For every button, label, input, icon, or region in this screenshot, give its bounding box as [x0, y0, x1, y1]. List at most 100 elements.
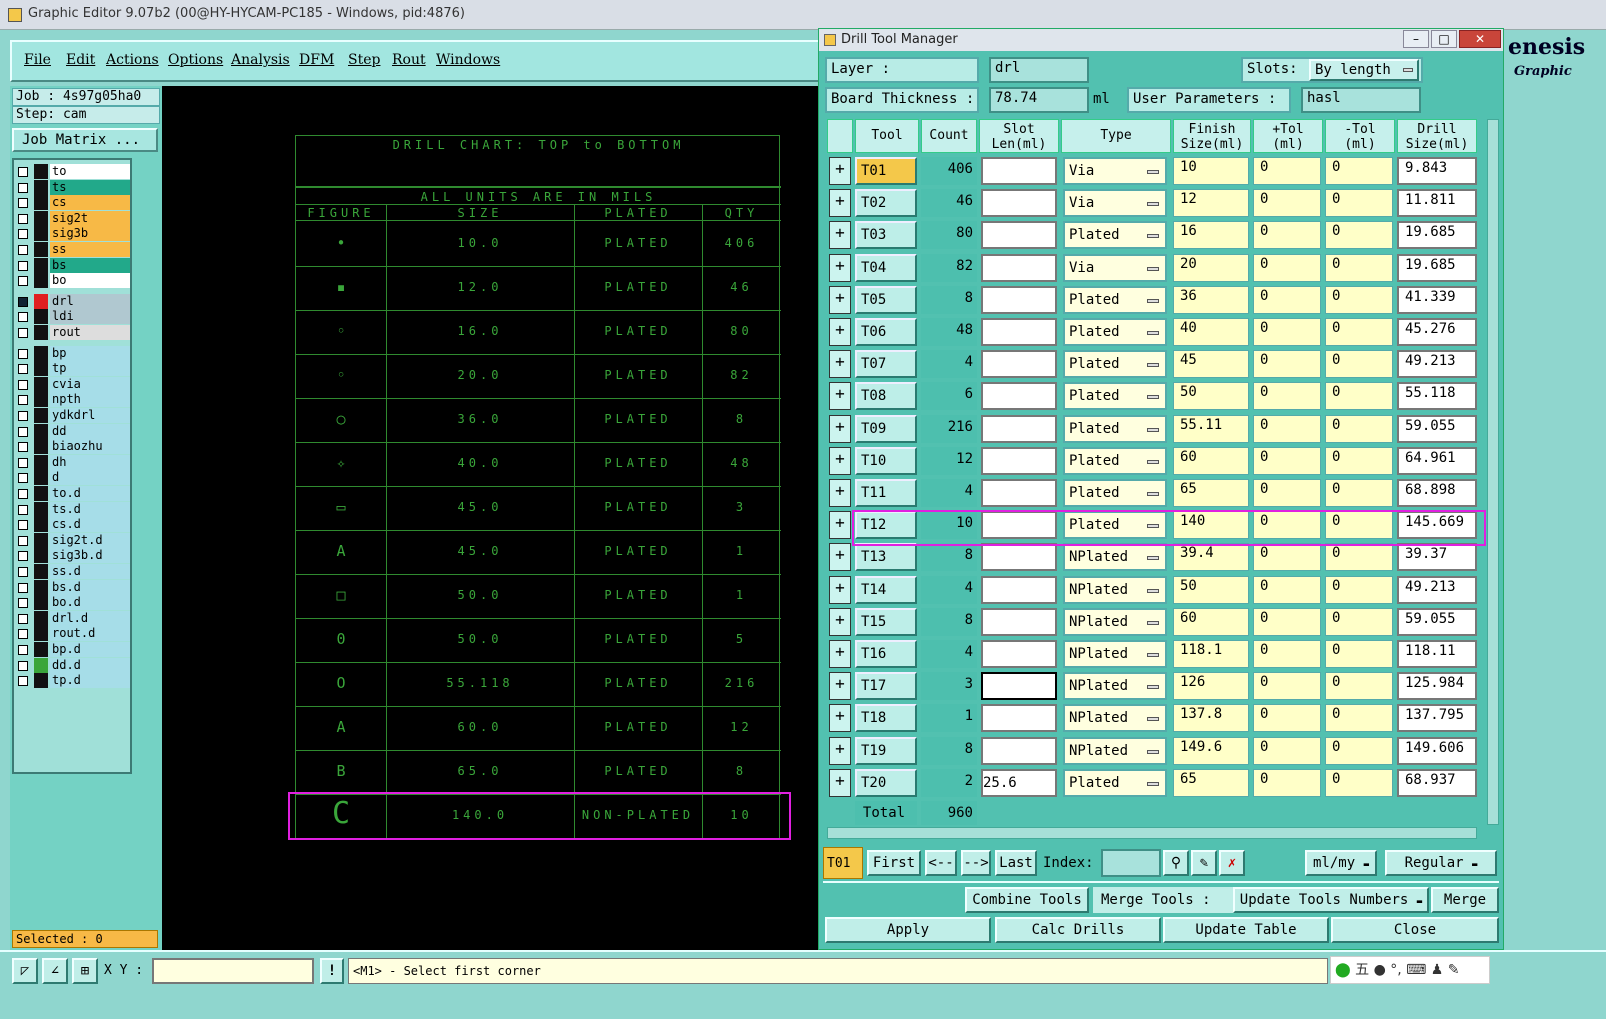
row-expand-button[interactable]: + [829, 221, 851, 250]
layer-row[interactable]: bo [14, 273, 130, 289]
layer-checkbox[interactable] [18, 473, 28, 484]
plus-tol-input[interactable]: 0 [1253, 704, 1321, 733]
slot-len-input[interactable] [981, 736, 1057, 765]
layer-checkbox[interactable] [18, 629, 28, 640]
drill-size-input[interactable]: 45.276 [1397, 318, 1477, 346]
plus-tol-input[interactable]: 0 [1253, 479, 1321, 507]
layer-row[interactable]: drl.d [14, 610, 130, 626]
finish-size-input[interactable]: 126 [1173, 672, 1249, 701]
close-button[interactable]: Close [1331, 917, 1499, 943]
type-dropdown[interactable]: Plated [1063, 318, 1167, 346]
layer-checkbox[interactable] [18, 551, 28, 562]
minus-tol-input[interactable]: 0 [1325, 285, 1393, 314]
layer-row[interactable]: bo.d [14, 595, 130, 611]
layer-row[interactable]: bs [14, 257, 130, 273]
layer-checkbox[interactable] [18, 457, 28, 468]
maximize-icon[interactable]: □ [1431, 30, 1457, 48]
finish-size-input[interactable]: 118.1 [1173, 640, 1249, 668]
layer-row[interactable]: npth [14, 392, 130, 408]
layer-checkbox[interactable] [18, 348, 28, 359]
type-dropdown[interactable]: Plated [1063, 768, 1167, 797]
row-expand-button[interactable]: + [829, 640, 851, 668]
menu-analysis[interactable]: Analysis [231, 52, 290, 68]
tool-button[interactable]: T05 [855, 285, 917, 314]
layer-checkbox[interactable] [18, 328, 28, 338]
layer-row[interactable]: ts.d [14, 501, 130, 517]
apply-button[interactable]: Apply [825, 917, 991, 943]
layer-checkbox[interactable] [18, 182, 28, 193]
minus-tol-input[interactable]: 0 [1325, 382, 1393, 411]
tool-button[interactable]: T07 [855, 350, 917, 379]
finish-size-input[interactable]: 10 [1173, 157, 1249, 185]
plus-tol-input[interactable]: 0 [1253, 640, 1321, 668]
layer-checkbox[interactable] [18, 660, 28, 671]
layer-row[interactable]: ss [14, 242, 130, 257]
prev-button[interactable]: <-- [925, 850, 957, 876]
layer-checkbox[interactable] [18, 395, 28, 406]
vertical-scrollbar[interactable] [1487, 119, 1499, 825]
minimize-icon[interactable]: – [1403, 30, 1429, 48]
finish-size-input[interactable]: 36 [1173, 285, 1249, 314]
row-expand-button[interactable]: + [829, 607, 851, 636]
menu-windows[interactable]: Windows [436, 52, 500, 68]
xy-input[interactable] [152, 958, 314, 984]
type-dropdown[interactable]: Plated [1063, 479, 1167, 507]
minus-tol-input[interactable]: 0 [1325, 543, 1393, 572]
layer-row[interactable]: ss.d [14, 564, 130, 579]
layer-checkbox[interactable] [18, 167, 28, 177]
plus-tol-input[interactable]: 0 [1253, 318, 1321, 346]
row-expand-button[interactable]: + [829, 318, 851, 346]
minus-tol-input[interactable]: 0 [1325, 479, 1393, 507]
user-params-input[interactable]: hasl [1301, 87, 1421, 113]
layer-checkbox[interactable] [18, 676, 28, 687]
slot-len-input[interactable]: 25.6 [981, 768, 1057, 797]
plus-tol-input[interactable]: 0 [1253, 736, 1321, 765]
row-expand-button[interactable]: + [829, 157, 851, 185]
layer-checkbox[interactable] [18, 276, 28, 287]
menu-dfm[interactable]: DFM [299, 52, 334, 68]
zoom-tool-icon[interactable]: ◸ [12, 958, 38, 984]
slot-len-input[interactable] [981, 253, 1057, 282]
locate-icon[interactable]: ⚲ [1163, 850, 1189, 876]
menu-rout[interactable]: Rout [392, 52, 426, 68]
layer-checkbox[interactable] [18, 296, 28, 307]
row-expand-button[interactable]: + [829, 575, 851, 604]
layer-checkbox[interactable] [18, 442, 28, 453]
merge-button[interactable]: Merge [1431, 887, 1499, 913]
drill-size-input[interactable]: 19.685 [1397, 253, 1477, 282]
slot-len-input[interactable] [981, 446, 1057, 475]
finish-size-input[interactable]: 65 [1173, 768, 1249, 797]
drill-size-input[interactable]: 137.795 [1397, 704, 1477, 733]
layer-checkbox[interactable] [18, 198, 28, 209]
row-expand-button[interactable]: + [829, 511, 851, 540]
drill-size-input[interactable]: 59.055 [1397, 607, 1477, 636]
finish-size-input[interactable]: 16 [1173, 221, 1249, 250]
calc-drills-button[interactable]: Calc Drills [995, 917, 1161, 943]
menu-actions[interactable]: Actions [106, 52, 159, 68]
slot-len-input[interactable] [981, 414, 1057, 443]
tool-button[interactable]: T10 [855, 446, 917, 475]
layer-checkbox[interactable] [18, 535, 28, 546]
slot-len-input[interactable] [981, 318, 1057, 346]
layer-row[interactable]: sig3b [14, 226, 130, 242]
plus-tol-input[interactable]: 0 [1253, 157, 1321, 185]
layer-row[interactable]: rout.d [14, 626, 130, 642]
row-expand-button[interactable]: + [829, 285, 851, 314]
type-dropdown[interactable]: NPlated [1063, 736, 1167, 765]
tool-button[interactable]: T15 [855, 607, 917, 636]
tool-button[interactable]: T03 [855, 221, 917, 250]
row-expand-button[interactable]: + [829, 253, 851, 282]
tool-button[interactable]: T17 [855, 672, 917, 701]
finish-size-input[interactable]: 45 [1173, 350, 1249, 379]
drill-size-input[interactable]: 68.937 [1397, 768, 1477, 797]
minus-tol-input[interactable]: 0 [1325, 253, 1393, 282]
close-icon[interactable]: ✕ [1459, 30, 1501, 48]
edit-icon[interactable]: ✎ [1191, 850, 1217, 876]
tool-button[interactable]: T11 [855, 479, 917, 507]
plus-tol-input[interactable]: 0 [1253, 607, 1321, 636]
type-dropdown[interactable]: Plated [1063, 285, 1167, 314]
finish-size-input[interactable]: 137.8 [1173, 704, 1249, 733]
layer-row[interactable]: rout [14, 325, 130, 340]
layer-row[interactable]: sig3b.d [14, 548, 130, 564]
type-dropdown[interactable]: Plated [1063, 414, 1167, 443]
